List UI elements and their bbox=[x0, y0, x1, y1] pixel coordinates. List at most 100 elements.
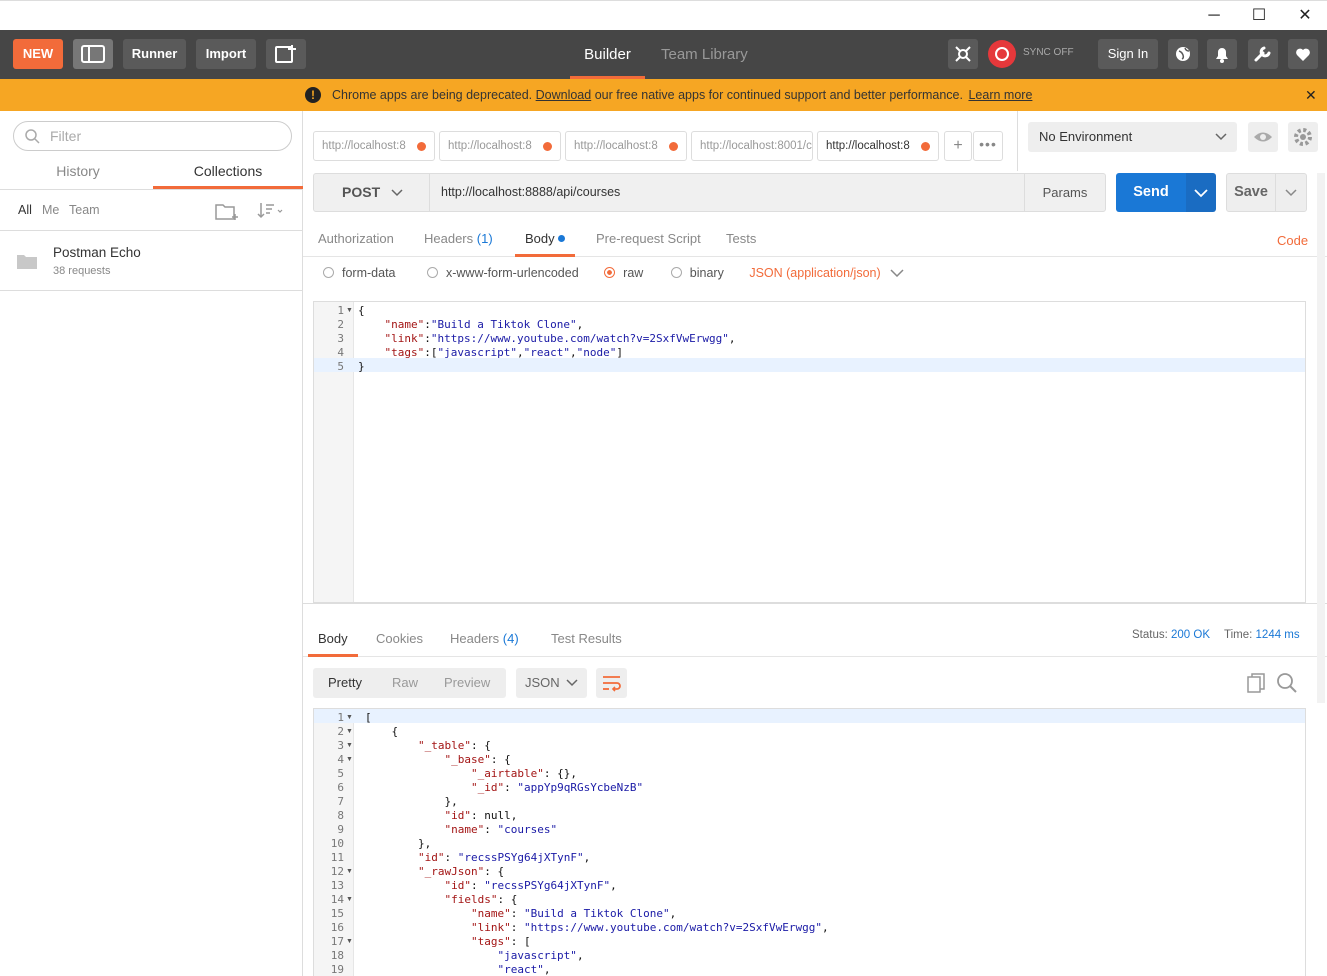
response-code-line: "id": "recssPSYg64jXTynF", bbox=[417, 851, 591, 864]
fold-arrow-icon[interactable]: ▼ bbox=[346, 307, 353, 314]
radio-circle-selected bbox=[604, 267, 616, 278]
import-button[interactable]: Import bbox=[196, 39, 256, 69]
view-mode-group: Pretty Raw Preview bbox=[313, 668, 506, 698]
response-code-line: "javascript", bbox=[497, 949, 584, 962]
tab-headers[interactable]: Headers (1) bbox=[424, 231, 493, 246]
response-code-line: "react", bbox=[497, 963, 551, 976]
response-code-line: "name": "courses" bbox=[444, 823, 558, 836]
more-tabs-button[interactable]: ••• bbox=[973, 131, 1003, 161]
tab-history[interactable]: History bbox=[3, 157, 153, 189]
divider bbox=[0, 189, 303, 190]
new-collection-icon[interactable] bbox=[214, 201, 240, 221]
sign-in-button[interactable]: Sign In bbox=[1098, 39, 1158, 69]
filter-team[interactable]: Team bbox=[69, 203, 100, 217]
tab-builder[interactable]: Builder bbox=[570, 30, 645, 79]
builder-main: http://localhost:8 http://localhost:8 ht… bbox=[303, 111, 1327, 976]
response-line-number: 4 bbox=[337, 753, 344, 766]
tab-collections[interactable]: Collections bbox=[153, 157, 303, 189]
response-tab-test-results[interactable]: Test Results bbox=[551, 631, 622, 646]
close-window-icon[interactable]: ✕ bbox=[1294, 6, 1316, 26]
send-button[interactable]: Send bbox=[1116, 173, 1186, 212]
time-value: 1244 ms bbox=[1255, 629, 1300, 641]
save-options-button[interactable] bbox=[1275, 173, 1307, 212]
radio-raw[interactable]: raw bbox=[604, 266, 643, 280]
request-tab[interactable]: http://localhost:8001/c bbox=[691, 131, 813, 161]
notifications-button[interactable] bbox=[1207, 39, 1237, 69]
response-body-viewer[interactable]: 1 ▼[2 ▼ {3 ▼ "_table": {4 ▼ "_base": {5 "_ai… bbox=[313, 708, 1306, 976]
wrap-lines-button[interactable] bbox=[596, 668, 627, 698]
fold-arrow-icon[interactable]: ▼ bbox=[346, 938, 353, 945]
method-select[interactable]: POST bbox=[313, 173, 430, 212]
environment-label: No Environment bbox=[1039, 129, 1133, 144]
filter-all[interactable]: All bbox=[18, 203, 32, 217]
settings-button[interactable] bbox=[1248, 39, 1278, 69]
response-line-number: 13 bbox=[330, 879, 344, 892]
code-link[interactable]: Code bbox=[1277, 233, 1308, 248]
params-button[interactable]: Params bbox=[1024, 173, 1106, 212]
fold-arrow-icon[interactable]: ▼ bbox=[346, 896, 353, 903]
radio-circle bbox=[323, 267, 334, 278]
tab-tests[interactable]: Tests bbox=[726, 231, 756, 246]
request-tab[interactable]: http://localhost:8 bbox=[313, 131, 435, 161]
download-link[interactable]: Download bbox=[536, 88, 592, 102]
tab-body[interactable]: Body bbox=[515, 221, 576, 257]
globe-button[interactable] bbox=[1168, 39, 1198, 69]
collection-name: Postman Echo bbox=[53, 245, 141, 260]
learn-more-link[interactable]: Learn more bbox=[968, 88, 1032, 102]
request-line-number: 5 bbox=[337, 360, 344, 373]
interceptor-button[interactable] bbox=[948, 39, 978, 69]
view-pretty[interactable]: Pretty bbox=[328, 668, 362, 698]
toggle-sidebar-button[interactable] bbox=[73, 39, 113, 69]
add-tab-button[interactable]: + bbox=[944, 131, 972, 161]
send-options-button[interactable] bbox=[1186, 173, 1216, 212]
copy-icon[interactable] bbox=[1246, 672, 1268, 694]
body-type-row: form-data x-www-form-urlencoded raw bina… bbox=[323, 266, 904, 280]
runner-button[interactable]: Runner bbox=[123, 39, 186, 69]
filter-field[interactable]: Filter bbox=[13, 121, 292, 151]
fold-arrow-icon[interactable]: ▼ bbox=[346, 756, 353, 763]
request-code-line: { bbox=[358, 304, 365, 317]
sort-icon[interactable] bbox=[256, 201, 286, 221]
save-button[interactable]: Save bbox=[1226, 173, 1276, 212]
fold-arrow-icon[interactable]: ▼ bbox=[346, 714, 353, 721]
new-window-button[interactable] bbox=[266, 39, 306, 69]
radio-binary-label: binary bbox=[689, 266, 724, 280]
heart-button[interactable] bbox=[1288, 39, 1318, 69]
environment-select[interactable]: No Environment bbox=[1028, 122, 1237, 152]
close-banner-icon[interactable]: ✕ bbox=[1305, 79, 1317, 111]
new-button[interactable]: NEW bbox=[13, 39, 63, 69]
environment-settings-button[interactable] bbox=[1288, 122, 1318, 152]
response-tab-cookies[interactable]: Cookies bbox=[376, 631, 423, 646]
scrollbar[interactable] bbox=[1317, 173, 1325, 703]
unsaved-dot bbox=[921, 142, 930, 151]
request-line-number: 1 bbox=[337, 304, 344, 317]
search-icon[interactable] bbox=[1276, 672, 1298, 694]
content-type-select[interactable]: JSON (application/json) bbox=[749, 266, 904, 280]
request-tab[interactable]: http://localhost:8 bbox=[439, 131, 561, 161]
url-input[interactable]: http://localhost:8888/api/courses bbox=[429, 173, 1025, 212]
response-tab-headers[interactable]: Headers (4) bbox=[450, 631, 519, 646]
fold-arrow-icon[interactable]: ▼ bbox=[346, 728, 353, 735]
filter-me[interactable]: Me bbox=[42, 203, 59, 217]
minimize-icon[interactable]: ─ bbox=[1203, 6, 1225, 26]
sync-icon[interactable] bbox=[988, 40, 1016, 68]
fold-arrow-icon[interactable]: ▼ bbox=[346, 868, 353, 875]
radio-urlencoded[interactable]: x-www-form-urlencoded bbox=[426, 266, 579, 280]
response-tab-body[interactable]: Body bbox=[308, 621, 358, 657]
maximize-icon[interactable]: ☐ bbox=[1248, 6, 1270, 26]
request-tab-active[interactable]: http://localhost:8 bbox=[817, 131, 939, 161]
request-tab[interactable]: http://localhost:8 bbox=[565, 131, 687, 161]
tab-team-library[interactable]: Team Library bbox=[661, 30, 748, 79]
radio-binary[interactable]: binary bbox=[670, 266, 724, 280]
request-body-editor[interactable]: 1 ▼ {2 "name":"Build a Tiktok Clone", 3 "li… bbox=[313, 301, 1306, 603]
tab-prerequest-script[interactable]: Pre-request Script bbox=[596, 231, 701, 246]
active-line-highlight bbox=[314, 709, 1305, 723]
view-preview[interactable]: Preview bbox=[444, 668, 490, 698]
tab-authorization[interactable]: Authorization bbox=[318, 231, 394, 246]
fold-arrow-icon[interactable]: ▼ bbox=[346, 742, 353, 749]
view-raw[interactable]: Raw bbox=[392, 668, 418, 698]
eye-button[interactable] bbox=[1248, 122, 1278, 152]
collection-item[interactable]: Postman Echo 38 requests bbox=[0, 231, 303, 291]
format-select[interactable]: JSON bbox=[516, 668, 587, 698]
radio-form-data[interactable]: form-data bbox=[323, 266, 396, 280]
